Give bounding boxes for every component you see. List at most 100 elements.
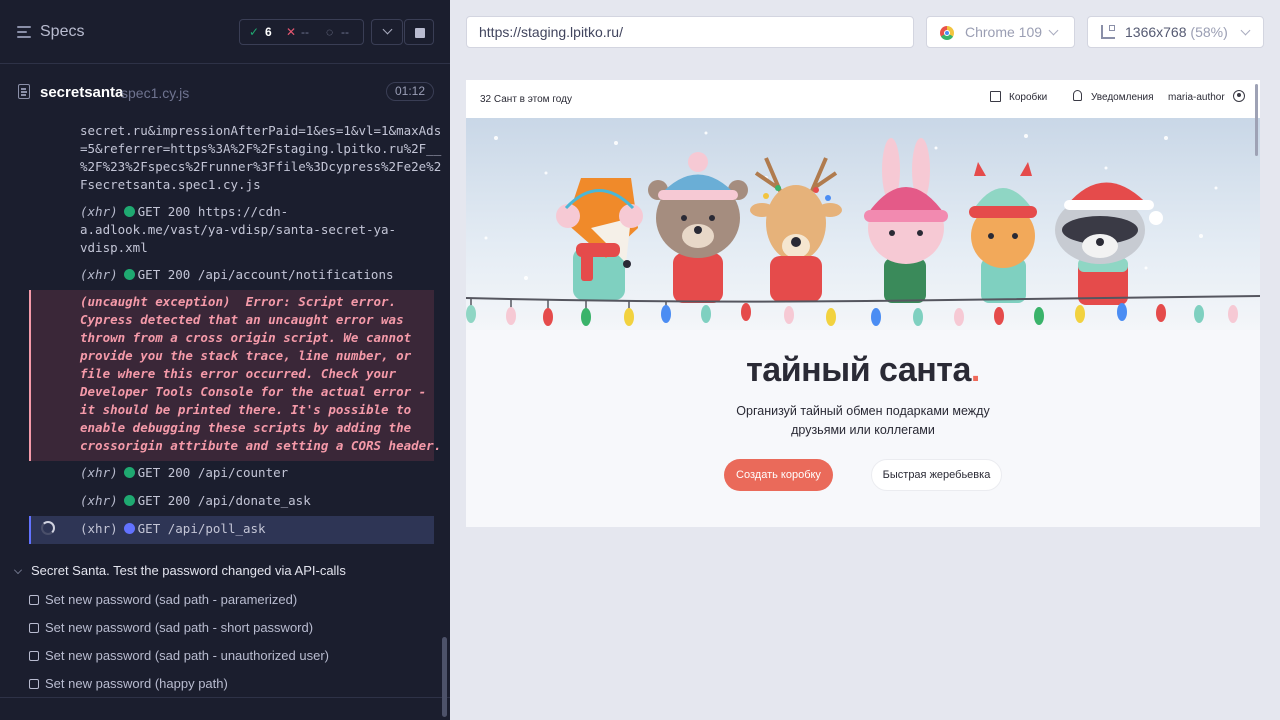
- error-line: file where this error occurred. Check yo…: [80, 366, 397, 381]
- nav-boxes-link[interactable]: Коробки: [1009, 92, 1047, 103]
- bunny: [864, 138, 948, 303]
- error-line: Developer Tools Console for the actual e…: [80, 384, 427, 399]
- browser-label: Chrome 109: [965, 24, 1043, 40]
- log-kind: (xhr): [80, 465, 118, 480]
- spec-file: spec1.cy.js: [121, 85, 190, 101]
- log-text: GET 200 https://cdn-: [137, 204, 289, 219]
- chevron-down-icon: [382, 24, 393, 35]
- fox: [556, 178, 643, 300]
- error-line: provide you the stack trace, line number…: [80, 348, 412, 363]
- suite-title[interactable]: Secret Santa. Test the password changed …: [31, 563, 346, 578]
- url-bar[interactable]: https://staging.lpitko.ru/: [466, 16, 914, 48]
- spec-duration: 01:12: [386, 82, 434, 101]
- santa-counter: 32 Сант в этом году: [480, 94, 572, 105]
- chevron-down-icon: [1048, 25, 1059, 36]
- test-title: Set new password (sad path - paramerized…: [45, 592, 298, 607]
- headline-dot: .: [970, 351, 980, 389]
- log-kind: (xhr): [80, 204, 118, 219]
- log-entry[interactable]: (xhr) GET 200 /api/account/notifications: [29, 266, 434, 286]
- test-title: Set new password (sad path - short passw…: [45, 620, 314, 635]
- log-entry[interactable]: (xhr) GET 200 /api/donate_ask: [29, 492, 434, 512]
- hero-subtitle-line: друзьями или коллегами: [791, 423, 935, 437]
- test-item[interactable]: Set new password (sad path - unauthorize…: [0, 642, 440, 670]
- log-url-line: %2F%23%2Fspecs%2Frunner%3Ffile%3Dcypress…: [80, 159, 442, 174]
- stop-icon: [415, 28, 425, 38]
- status-dot-icon: [123, 206, 135, 217]
- browser-selector[interactable]: Chrome 109: [926, 16, 1075, 48]
- pending-test-icon: [29, 595, 39, 605]
- error-line: crossorigin attribute and setting a CORS…: [80, 438, 442, 453]
- app-scrollbar[interactable]: [1255, 84, 1258, 156]
- check-icon: ✓: [249, 25, 260, 39]
- box-icon[interactable]: [990, 91, 1001, 102]
- failed-count: --: [301, 25, 309, 39]
- site-header: 32 Сант в этом году Коробки Уведомления …: [466, 80, 1260, 118]
- nav-notifications-link[interactable]: Уведомления: [1091, 92, 1154, 103]
- pending-test-icon: [29, 679, 39, 689]
- chevron-down-icon[interactable]: [14, 566, 22, 574]
- status-dot-icon: [123, 269, 135, 280]
- loading-spinner-icon: [41, 521, 55, 535]
- reporter-footer: [0, 697, 450, 720]
- log-kind: (xhr): [80, 521, 118, 536]
- test-title: Set new password (happy path): [45, 676, 228, 691]
- specs-header: Specs ✓ 6 ✕ -- ◌ --: [0, 0, 450, 64]
- hero-illustration: [466, 118, 1260, 330]
- log-text: GET 200 /api/account/notifications: [137, 267, 394, 282]
- pending-count: --: [341, 25, 349, 39]
- log-kind: (xhr): [80, 267, 118, 282]
- log-text-cont: a.adlook.me/vast/ya-vdisp/santa-secret-y…: [80, 222, 397, 237]
- pending-test-icon: [29, 623, 39, 633]
- nav-user-link[interactable]: maria-author: [1168, 92, 1225, 103]
- bear: [648, 152, 748, 303]
- error-line: it should be printed there. It's possibl…: [80, 402, 412, 417]
- test-item[interactable]: Set new password (sad path - paramerized…: [0, 586, 440, 614]
- pending-test-icon: [29, 651, 39, 661]
- reporter-panel: Specs ✓ 6 ✕ -- ◌ -- secretsanta spec1.cy…: [0, 0, 450, 720]
- stop-button[interactable]: [404, 19, 434, 45]
- chevron-down-icon: [1240, 25, 1251, 36]
- log-kind: (xhr): [80, 493, 118, 508]
- viewport-label: 1366x768 (58%): [1125, 24, 1228, 40]
- error-line: enable debugging these scripts by adding…: [80, 420, 412, 435]
- error-line: (uncaught exception) Error: Script error…: [80, 294, 397, 309]
- hero-subtitle-line: Организуй тайный обмен подарками между: [736, 404, 990, 418]
- log-entry[interactable]: (xhr) GET 200 https://cdn- a.adlook.me/va…: [29, 203, 434, 257]
- log-url-line: =5&referrer=https%3A%2F%2Fstaging.lpitko…: [80, 141, 442, 156]
- bell-icon[interactable]: [1073, 90, 1082, 101]
- specs-title[interactable]: Specs: [40, 23, 84, 41]
- status-dot-icon: [123, 523, 135, 534]
- reporter-scrollbar[interactable]: [442, 637, 447, 717]
- user-icon[interactable]: [1233, 90, 1245, 102]
- garland-lights: [466, 303, 1238, 326]
- status-dot-icon: [123, 467, 135, 478]
- test-item[interactable]: Set new password (sad path - short passw…: [0, 614, 440, 642]
- error-line: thrown from a cross origin script. We ca…: [80, 330, 412, 345]
- ruler-icon: [1101, 25, 1115, 39]
- error-line: Cypress detected that an uncaught error …: [80, 312, 404, 327]
- quick-draw-button[interactable]: Быстрая жеребьевка: [871, 459, 1002, 491]
- log-url-line: secret.ru&impressionAfterPaid=1&es=1&vl=…: [80, 123, 442, 138]
- passed-count: 6: [265, 25, 272, 39]
- log-entry[interactable]: (xhr) GET 200 /api/counter: [29, 464, 434, 484]
- hero-headline: тайный санта.: [466, 351, 1260, 390]
- headline-text: тайный санта: [746, 351, 971, 389]
- uncaught-exception-entry[interactable]: (uncaught exception) Error: Script error…: [29, 290, 441, 461]
- test-item[interactable]: Set new password (happy path): [0, 670, 440, 698]
- collapse-button[interactable]: [371, 19, 403, 45]
- cat: [969, 162, 1037, 303]
- viewport-selector[interactable]: 1366x768 (58%): [1087, 16, 1264, 48]
- pending-log-entry[interactable]: (xhr) GET /api/poll_ask: [29, 516, 434, 544]
- raccoon: [1055, 182, 1163, 305]
- spec-name: secretsanta: [40, 84, 124, 101]
- test-title: Set new password (sad path - unauthorize…: [45, 648, 329, 663]
- specs-list-icon[interactable]: [17, 26, 31, 38]
- run-stats: ✓ 6 ✕ -- ◌ --: [239, 19, 364, 45]
- app-under-test: 32 Сант в этом году Коробки Уведомления …: [466, 80, 1260, 527]
- log-url-line: Fsecretsanta.spec1.cy.js: [80, 177, 261, 192]
- pending-circle-icon: ◌: [326, 25, 334, 39]
- deer: [750, 157, 842, 302]
- create-box-button[interactable]: Создать коробку: [724, 459, 833, 491]
- log-text: GET /api/poll_ask: [137, 521, 266, 536]
- log-text-cont: vdisp.xml: [80, 240, 148, 255]
